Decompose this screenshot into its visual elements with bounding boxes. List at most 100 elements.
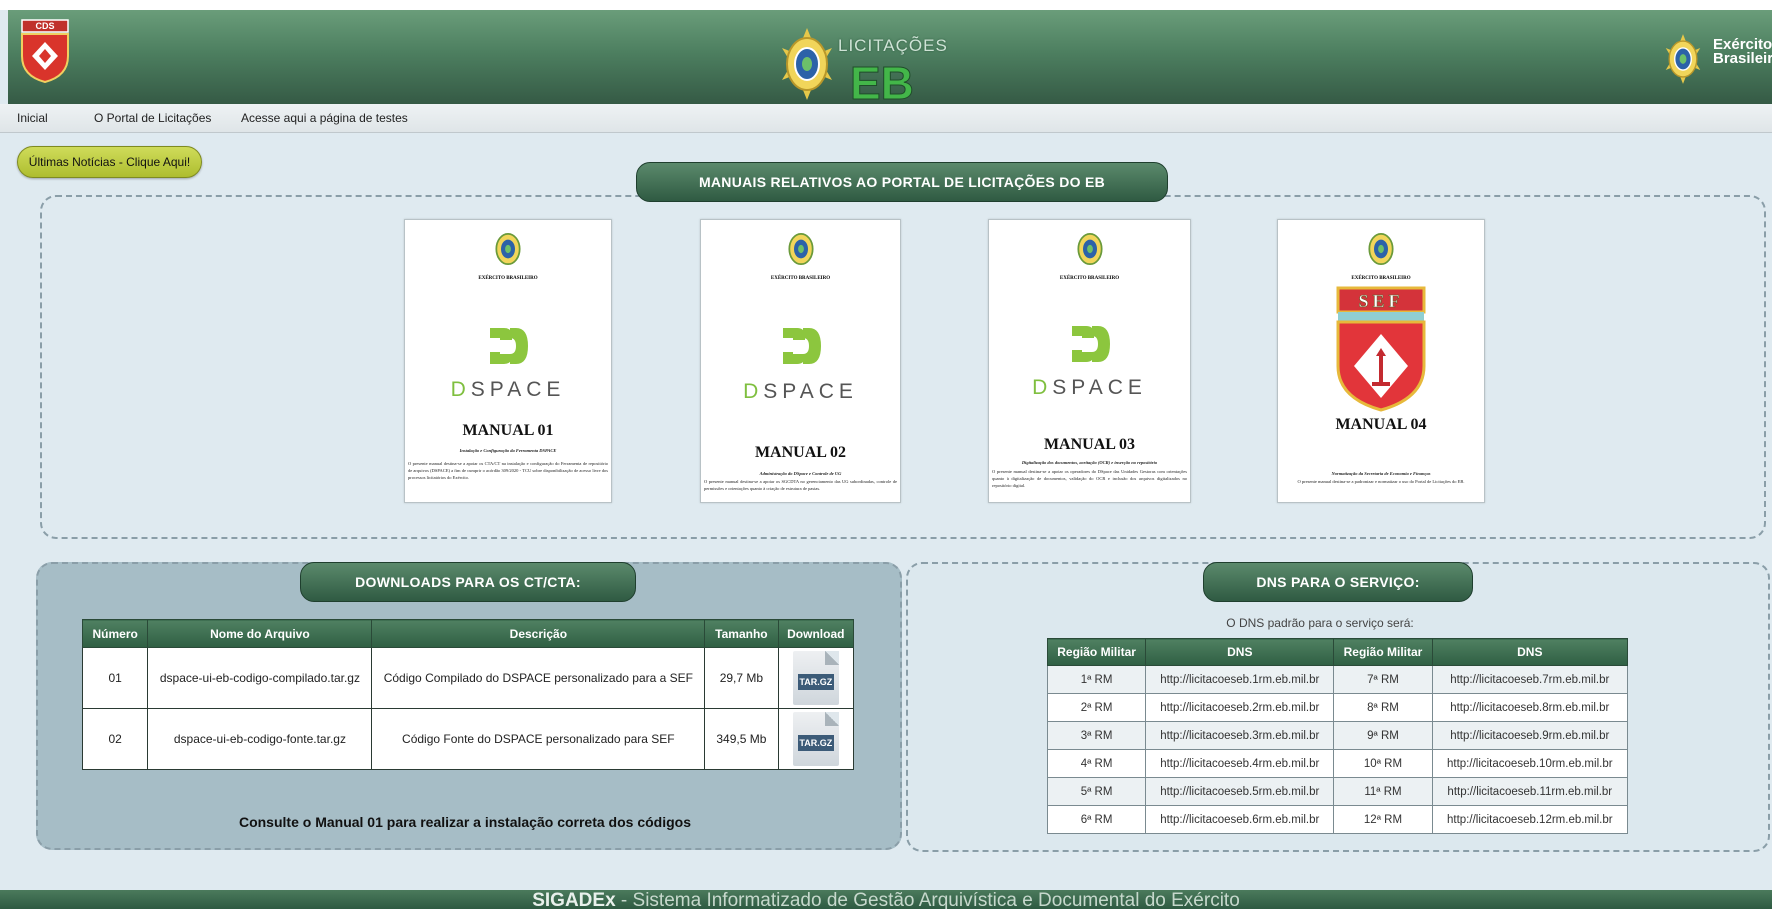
col-regiao-militar: Região Militar bbox=[1046, 638, 1147, 666]
manual-03-card[interactable]: EXÉRCITO BRASILEIRO DSPACE MANUAL 03 Dig… bbox=[988, 219, 1191, 503]
dspace-wordmark: DSPACE bbox=[743, 380, 858, 403]
table-row: 3ª RM http://licitacoeseb.3rm.eb.mil.br … bbox=[1046, 721, 1629, 750]
dns-link[interactable]: http://licitacoeseb.1rm.eb.mil.br bbox=[1145, 665, 1335, 694]
manual-header: EXÉRCITO BRASILEIRO bbox=[1059, 276, 1120, 281]
manual-subtitle: Instalação e Configuração da Ferramenta … bbox=[459, 448, 557, 453]
dns-link[interactable]: http://licitacoeseb.2rm.eb.mil.br bbox=[1145, 693, 1335, 722]
table-header-row: Número Nome do Arquivo Descrição Tamanho… bbox=[81, 619, 855, 648]
manual-04-card[interactable]: EXÉRCITO BRASILEIRO SEF MANUAL 04 Normat… bbox=[1277, 219, 1485, 503]
army-emblem-icon bbox=[782, 28, 832, 100]
table-row: 01 dspace-ui-eb-codigo-compilado.tar.gz … bbox=[81, 647, 855, 709]
col-nome-arquivo: Nome do Arquivo bbox=[147, 619, 373, 648]
manual-description: O presente manual destina-se a apoiar os… bbox=[408, 461, 608, 480]
table-row: 4ª RM http://licitacoeseb.4rm.eb.mil.br … bbox=[1046, 749, 1629, 778]
dns-link[interactable]: http://licitacoeseb.8rm.eb.mil.br bbox=[1431, 693, 1629, 722]
dns-link[interactable]: http://licitacoeseb.9rm.eb.mil.br bbox=[1431, 721, 1629, 750]
dspace-wordmark: DSPACE bbox=[1032, 376, 1147, 399]
dns-link[interactable]: http://licitacoeseb.11rm.eb.mil.br bbox=[1431, 777, 1629, 806]
col-dns: DNS bbox=[1145, 638, 1335, 666]
row-numero: 02 bbox=[81, 708, 149, 770]
row-descricao: Código Compilado do DSPACE personalizado… bbox=[371, 647, 706, 709]
row-tamanho: 349,5 Mb bbox=[704, 708, 779, 770]
manuals-title: MANUAIS RELATIVOS AO PORTAL DE LICITAÇÕE… bbox=[636, 162, 1168, 202]
exercito-line2: Brasileiro bbox=[1713, 50, 1772, 67]
rm-cell: 8ª RM bbox=[1333, 693, 1433, 722]
row-download-cell: TAR.GZ bbox=[777, 647, 855, 709]
manuals-section bbox=[40, 195, 1766, 539]
rm-cell: 2ª RM bbox=[1046, 693, 1147, 722]
manual-description: O presente manual destina-se a padroniza… bbox=[1297, 479, 1465, 484]
manual-description: O presente manual destina-se a apoiar os… bbox=[704, 479, 897, 491]
rm-cell: 10ª RM bbox=[1333, 749, 1433, 778]
dns-link[interactable]: http://licitacoeseb.12rm.eb.mil.br bbox=[1431, 805, 1629, 834]
nav-pagina-testes[interactable]: Acesse aqui a página de testes bbox=[241, 111, 408, 125]
army-emblem-icon bbox=[1368, 232, 1394, 266]
nav-portal-licitacoes[interactable]: O Portal de Licitações bbox=[94, 111, 211, 125]
table-row: 2ª RM http://licitacoeseb.2rm.eb.mil.br … bbox=[1046, 693, 1629, 722]
ultimas-noticias-button[interactable]: Últimas Notícias - Clique Aqui! bbox=[17, 146, 202, 178]
army-emblem-icon bbox=[1665, 34, 1701, 84]
dspace-wordmark: DSPACE bbox=[450, 378, 566, 401]
nav-inicial[interactable]: Inicial bbox=[17, 111, 48, 125]
army-emblem-icon bbox=[1076, 232, 1103, 266]
dspace-logo-icon bbox=[782, 328, 821, 364]
dns-link[interactable]: http://licitacoeseb.3rm.eb.mil.br bbox=[1145, 721, 1335, 750]
manual-title: MANUAL 04 bbox=[1335, 416, 1427, 433]
col-dns: DNS bbox=[1431, 638, 1629, 666]
dns-link[interactable]: http://licitacoeseb.5rm.eb.mil.br bbox=[1145, 777, 1335, 806]
manual-01-card[interactable]: EXÉRCITO BRASILEIRO DSPACE MANUAL 01 Ins… bbox=[404, 219, 612, 503]
dns-table: Região Militar DNS Região Militar DNS 1ª… bbox=[1046, 638, 1629, 834]
svg-text:SEF: SEF bbox=[1358, 291, 1403, 311]
row-numero: 01 bbox=[81, 647, 149, 709]
table-row: 6ª RM http://licitacoeseb.6rm.eb.mil.br … bbox=[1046, 805, 1629, 834]
manual-header: EXÉRCITO BRASILEIRO bbox=[478, 276, 538, 281]
dns-title: DNS PARA O SERVIÇO: bbox=[1203, 562, 1473, 602]
dspace-logo-icon bbox=[490, 328, 528, 364]
dns-link[interactable]: http://licitacoeseb.4rm.eb.mil.br bbox=[1145, 749, 1335, 778]
targz-download-icon[interactable]: TAR.GZ bbox=[792, 651, 839, 705]
col-tamanho: Tamanho bbox=[704, 619, 779, 648]
row-descricao: Código Fonte do DSPACE personalizado par… bbox=[371, 708, 706, 770]
manual-subtitle: Administração do DSpace e Controle de UG bbox=[759, 471, 842, 476]
cds-logo-text: CDS bbox=[35, 21, 54, 31]
rm-cell: 5ª RM bbox=[1046, 777, 1147, 806]
exercito-brasileiro-logo[interactable]: Exército Brasileiro bbox=[1663, 22, 1772, 86]
row-tamanho: 29,7 Mb bbox=[704, 647, 779, 709]
targz-label: TAR.GZ bbox=[797, 735, 834, 751]
col-numero: Número bbox=[81, 619, 149, 648]
manual-title: MANUAL 03 bbox=[1043, 436, 1136, 453]
manual-description: O presente manual destina-se a apoiar os… bbox=[992, 469, 1187, 488]
rm-cell: 1ª RM bbox=[1046, 665, 1147, 694]
downloads-table: Número Nome do Arquivo Descrição Tamanho… bbox=[81, 619, 855, 770]
targz-download-icon[interactable]: TAR.GZ bbox=[792, 712, 839, 766]
army-emblem-icon bbox=[495, 232, 521, 266]
dns-link[interactable]: http://licitacoeseb.7rm.eb.mil.br bbox=[1431, 665, 1629, 694]
col-download: Download bbox=[777, 619, 855, 648]
manual-subtitle: Normatização da Secretaria de Economia e… bbox=[1331, 471, 1431, 476]
downloads-title: DOWNLOADS PARA OS CT/CTA: bbox=[300, 562, 636, 602]
col-descricao: Descrição bbox=[371, 619, 706, 648]
col-regiao-militar: Região Militar bbox=[1333, 638, 1433, 666]
manual-02-card[interactable]: EXÉRCITO BRASILEIRO DSPACE MANUAL 02 Adm… bbox=[700, 219, 901, 503]
dns-link[interactable]: http://licitacoeseb.10rm.eb.mil.br bbox=[1431, 749, 1629, 778]
rm-cell: 12ª RM bbox=[1333, 805, 1433, 834]
rm-cell: 9ª RM bbox=[1333, 721, 1433, 750]
brand-licitacoes: LICITAÇÕES bbox=[838, 36, 948, 55]
footer-text: - Sistema Informatizado de Gestão Arquiv… bbox=[615, 890, 1240, 909]
rm-cell: 11ª RM bbox=[1333, 777, 1433, 806]
downloads-note: Consulte o Manual 01 para realizar a ins… bbox=[238, 814, 692, 830]
rm-cell: 7ª RM bbox=[1333, 665, 1433, 694]
licitacoes-eb-logo[interactable]: LICITAÇÕES EB bbox=[778, 20, 948, 110]
site-footer: SIGADEx - Sistema Informatizado de Gestã… bbox=[0, 890, 1772, 909]
top-strip bbox=[0, 0, 1772, 10]
dns-link[interactable]: http://licitacoeseb.6rm.eb.mil.br bbox=[1145, 805, 1335, 834]
row-nome-arquivo: dspace-ui-eb-codigo-fonte.tar.gz bbox=[147, 708, 373, 770]
army-emblem-icon bbox=[787, 232, 814, 266]
table-row: 5ª RM http://licitacoeseb.5rm.eb.mil.br … bbox=[1046, 777, 1629, 806]
row-download-cell: TAR.GZ bbox=[777, 708, 855, 770]
manual-subtitle: Digitalização dos documentos, aceitação … bbox=[1021, 460, 1158, 465]
exercito-text: Exército Brasileiro bbox=[1713, 37, 1772, 67]
cds-shield-icon[interactable]: CDS bbox=[20, 18, 70, 84]
dns-intro: O DNS padrão para o serviço será: bbox=[1226, 616, 1414, 630]
footer-sigadex: SIGADEx bbox=[532, 890, 616, 909]
